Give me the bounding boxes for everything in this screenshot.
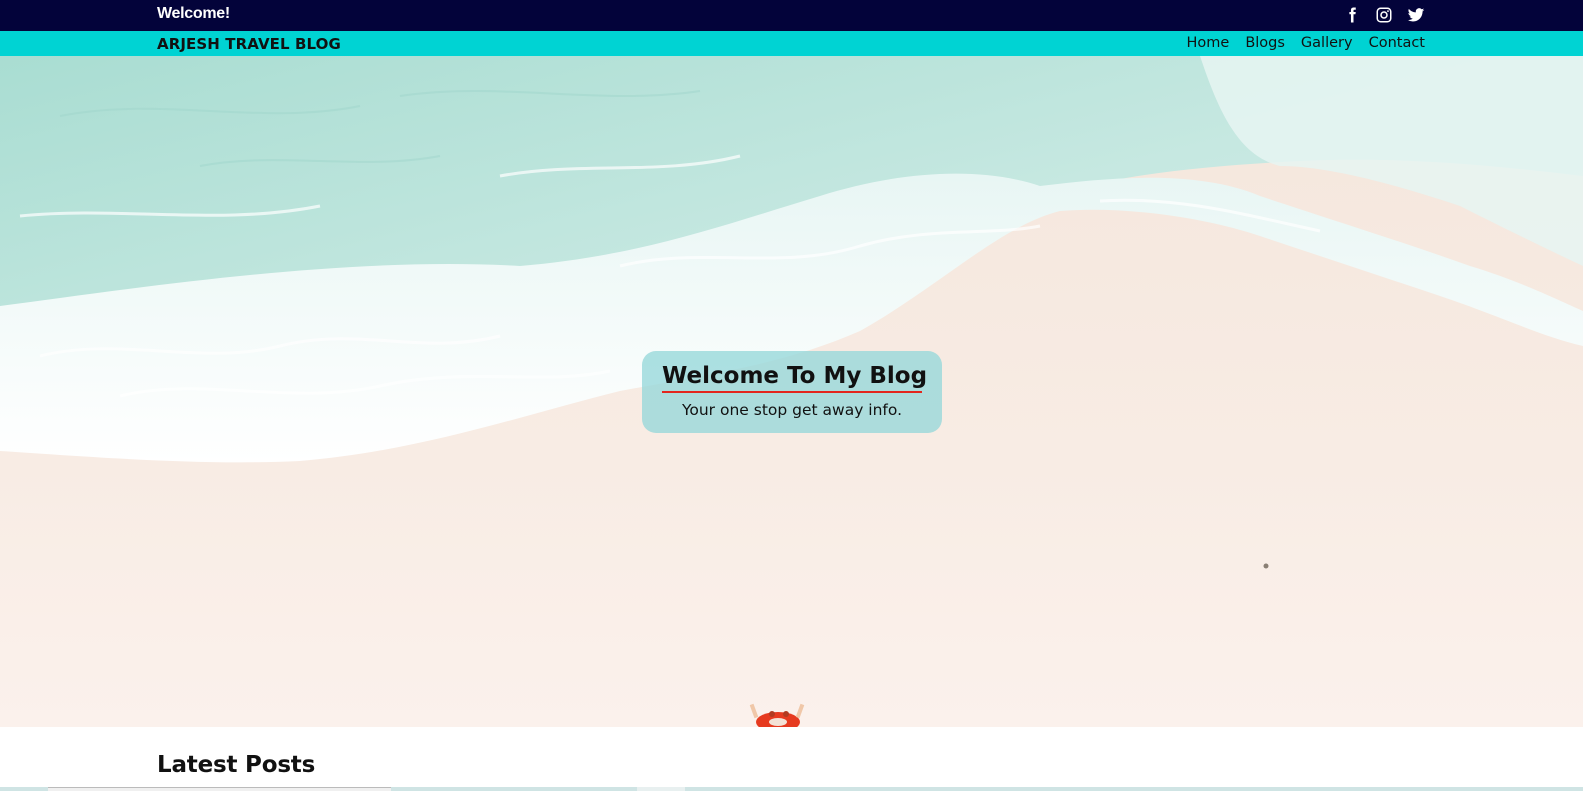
instagram-icon <box>1376 7 1392 23</box>
instagram-link[interactable] <box>1375 6 1393 24</box>
nav-blogs[interactable]: Blogs <box>1245 33 1285 53</box>
nav-contact[interactable]: Contact <box>1369 33 1425 53</box>
nav-gallery[interactable]: Gallery <box>1301 33 1353 53</box>
hero-subtitle: Your one stop get away info. <box>681 401 903 419</box>
twitter-link[interactable] <box>1407 6 1425 24</box>
hero-banner: Welcome To My Blog Your one stop get awa… <box>0 56 1583 727</box>
main-nav: Home Blogs Gallery Contact <box>1186 33 1425 53</box>
latest-posts-heading: Latest Posts <box>157 752 316 778</box>
hero-title: Welcome To My Blog <box>662 363 927 393</box>
hero-card: Welcome To My Blog Your one stop get awa… <box>642 351 942 433</box>
top-bar: Welcome! <box>0 0 1583 31</box>
nav-bar: ARJESH TRAVEL BLOG Home Blogs Gallery Co… <box>0 31 1583 56</box>
social-links <box>1343 4 1425 26</box>
welcome-text: Welcome! <box>157 5 230 22</box>
post-card[interactable] <box>637 787 685 791</box>
posts-preview-strip <box>0 787 1583 791</box>
float-figure <box>749 703 805 727</box>
facebook-link[interactable] <box>1343 6 1361 24</box>
brand-logo-text[interactable]: ARJESH TRAVEL BLOG <box>157 35 341 53</box>
nav-home[interactable]: Home <box>1186 33 1229 53</box>
facebook-icon <box>1349 7 1356 23</box>
post-card[interactable] <box>48 787 391 791</box>
twitter-icon <box>1407 8 1425 22</box>
latest-posts-section: Latest Posts <box>0 727 1583 791</box>
page: Welcome! ARJESH TRAVEL BLOG Home Blogs G… <box>0 0 1583 791</box>
